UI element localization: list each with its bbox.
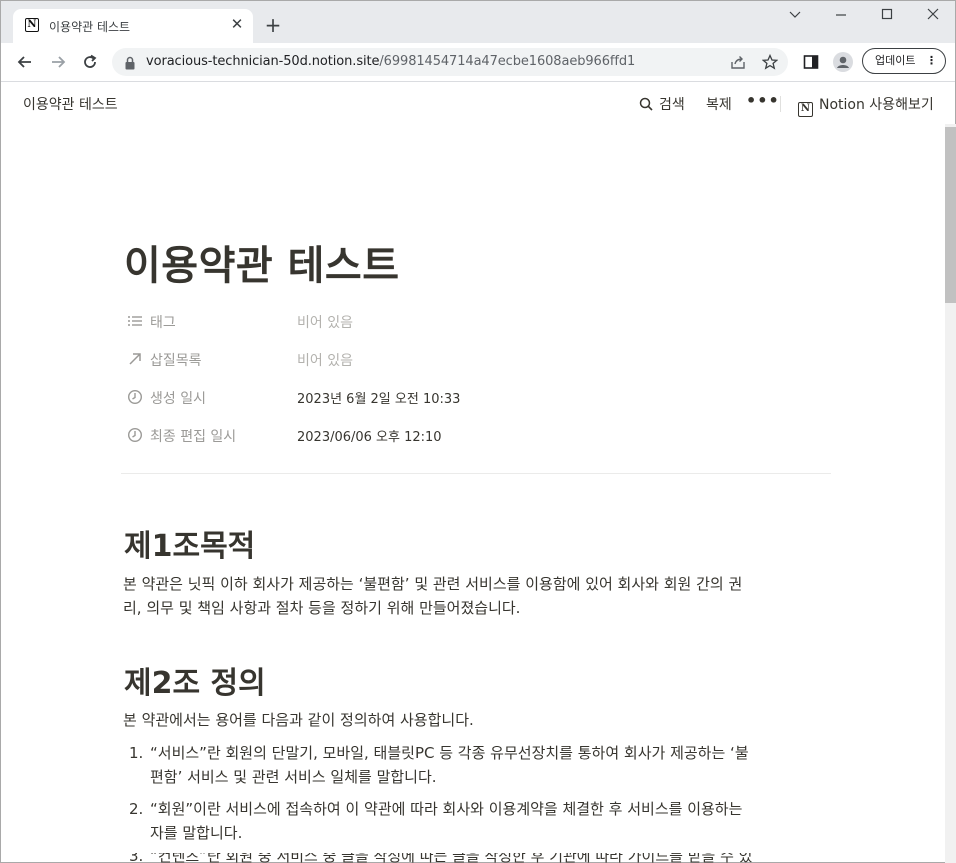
property-row-list[interactable]: 삽질목록 비어 있음 [121, 342, 831, 376]
list-line: “서비스”란 회원의 단말기, 모바일, 태블릿PC 등 각종 유무선장치를 통… [150, 744, 749, 762]
lock-icon [125, 55, 135, 70]
address-bar[interactable]: voracious-technician-50d.notion.site/699… [112, 48, 788, 76]
list-item[interactable]: 3. “컨텐츠”란 회원 중 서비스 중 글을 작성에 따는 글을 작성한 후 … [123, 853, 829, 863]
section-paragraph[interactable]: 본 약관은 닛픽 이하 회사가 제공하는 ‘불편함’ 및 관련 서비스를 이용함… [123, 572, 829, 620]
side-panel-icon[interactable] [800, 51, 822, 73]
tab-title: 이용약관 테스트 [49, 20, 131, 34]
arrow-up-right-icon [127, 351, 143, 367]
property-value: 2023/06/06 오후 12:10 [297, 430, 442, 445]
property-name: 생성 일시 [150, 391, 206, 407]
share-icon[interactable] [727, 51, 749, 73]
maximize-icon[interactable] [877, 7, 897, 27]
property-value: 2023년 6월 2일 오전 10:33 [297, 392, 461, 407]
close-window-icon[interactable] [923, 7, 943, 27]
clock-icon [127, 389, 143, 405]
clock-icon [127, 427, 143, 443]
back-arrow-icon[interactable] [13, 50, 37, 74]
url-text: voracious-technician-50d.notion.site/699… [146, 54, 636, 69]
list-item[interactable]: 1. “서비스”란 회원의 단말기, 모바일, 태블릿PC 등 각종 유무선장치… [123, 741, 829, 789]
property-row-created[interactable]: 생성 일시 2023년 6월 2일 오전 10:33 [121, 380, 831, 414]
property-row-tags[interactable]: 태그 비어 있음 [121, 304, 831, 338]
list-icon [127, 313, 143, 329]
search-label: 검색 [659, 97, 685, 113]
new-tab-button[interactable]: + [263, 15, 283, 35]
paragraph-line: 본 약관은 닛픽 이하 회사가 제공하는 ‘불편함’ 및 관련 서비스를 이용함… [123, 575, 743, 593]
update-label: 업데이트 [875, 54, 916, 67]
minimize-icon[interactable] [831, 7, 851, 27]
property-name: 삽질목록 [150, 353, 202, 369]
list-number: 3. [129, 853, 144, 863]
properties-divider [121, 473, 831, 474]
chevron-down-icon[interactable] [785, 7, 805, 27]
paragraph-line: 리, 의무 및 책임 사항과 절차 등을 정하기 위해 만들어졌습니다. [123, 599, 521, 617]
property-row-edited[interactable]: 최종 편집 일시 2023/06/06 오후 12:10 [121, 418, 831, 452]
list-number: 2. [129, 800, 144, 818]
scrollbar-thumb[interactable] [945, 127, 956, 303]
reload-icon[interactable] [78, 50, 102, 74]
tab-strip: N 이용약관 테스트 ✕ + [1, 1, 955, 43]
notion-logo-icon: N [798, 102, 813, 117]
search-button[interactable]: 검색 [639, 94, 685, 114]
section-heading[interactable]: 제1조목적 [124, 521, 255, 565]
close-tab-icon[interactable]: ✕ [228, 15, 246, 33]
browser-toolbar: voracious-technician-50d.notion.site/699… [1, 43, 955, 82]
list-item[interactable]: 2. “회원”이란 서비스에 접속하여 이 약관에 따라 회사와 이용계약을 체… [123, 797, 829, 845]
duplicate-button[interactable]: 복제 [706, 94, 732, 114]
list-line: 자를 말합니다. [150, 824, 243, 842]
browser-menu-icon[interactable]: ⋮ [926, 49, 937, 73]
section-heading[interactable]: 제2조 정의 [124, 658, 266, 702]
topbar-divider [780, 96, 781, 112]
list-line: 편함’ 서비스 및 관련 서비스 일체를 말합니다. [150, 768, 437, 786]
update-button[interactable]: 업데이트 ⋮ [862, 48, 946, 74]
list-line: “컨텐츠”란 회원 중 서비스 중 글을 작성에 따는 글을 작성한 후 기관에… [150, 853, 753, 863]
property-value[interactable]: 비어 있음 [297, 350, 353, 370]
property-value[interactable]: 비어 있음 [297, 312, 353, 332]
section-paragraph[interactable]: 본 약관에서는 용어를 다음과 같이 정의하여 사용합니다. [123, 708, 829, 732]
try-notion-label: Notion 사용해보기 [819, 97, 934, 113]
try-notion-button[interactable]: N Notion 사용해보기 [798, 94, 934, 117]
star-icon[interactable] [759, 51, 781, 73]
notion-favicon-icon: N [25, 18, 39, 32]
breadcrumb-page-title[interactable]: 이용약관 테스트 [23, 94, 118, 114]
search-icon [639, 97, 653, 111]
forward-arrow-icon[interactable] [46, 50, 70, 74]
browser-tab[interactable]: N 이용약관 테스트 ✕ [13, 9, 253, 43]
page-title[interactable]: 이용약관 테스트 [124, 233, 400, 291]
property-name: 최종 편집 일시 [150, 429, 237, 445]
list-line: “회원”이란 서비스에 접속하여 이 약관에 따라 회사와 이용계약을 체결한 … [150, 800, 743, 818]
property-name: 태그 [150, 315, 176, 331]
browser-window: N 이용약관 테스트 ✕ + voracious-technician-50d.… [0, 0, 956, 863]
profile-avatar-icon[interactable] [832, 51, 854, 73]
more-options-icon[interactable]: ••• [746, 91, 780, 110]
list-number: 1. [129, 744, 144, 762]
notion-topbar: 이용약관 테스트 검색 복제 ••• N Notion 사용해보기 [2, 82, 955, 124]
